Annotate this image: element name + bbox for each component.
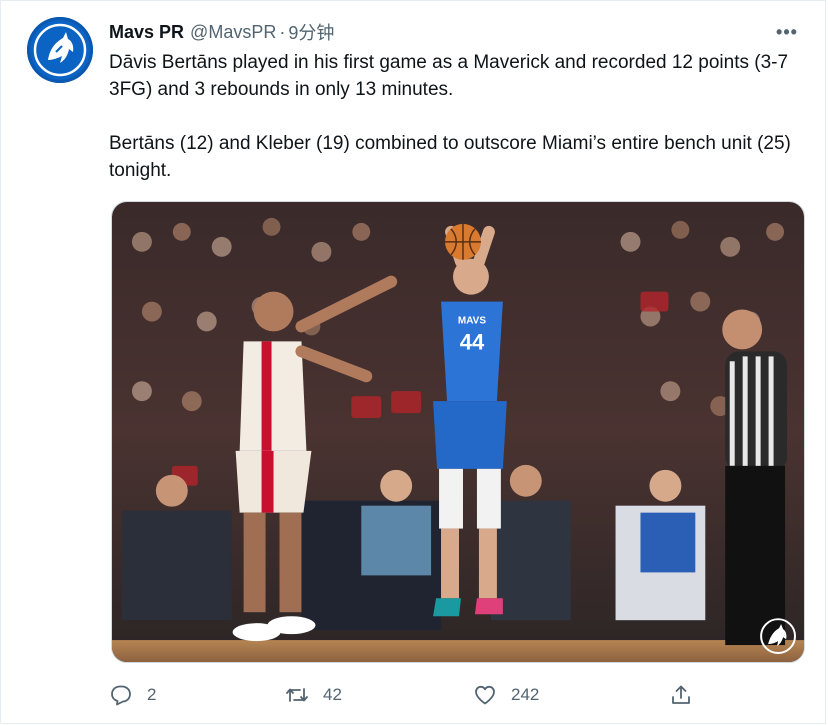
share-icon — [672, 685, 690, 704]
jersey-number: 44 — [460, 329, 485, 354]
retweet-count: 42 — [323, 685, 342, 704]
tweet-actions: 2 42 242 — [109, 681, 699, 709]
tweet-header: Mavs PR @MavsPR · 9分钟 — [109, 20, 795, 44]
retweet-button[interactable]: 42 — [285, 681, 342, 709]
jersey-team: MAVS — [458, 315, 486, 326]
author-name[interactable]: Mavs PR — [109, 22, 184, 43]
tweet-photo[interactable]: 44 MAVS — [111, 201, 805, 663]
mavericks-logo-icon — [33, 23, 87, 77]
reply-button[interactable]: 2 — [109, 681, 156, 709]
retweet-icon — [286, 688, 308, 702]
timestamp[interactable]: 9分钟 — [288, 19, 334, 45]
like-button[interactable]: 242 — [473, 681, 539, 709]
author-handle[interactable]: @MavsPR — [190, 22, 276, 43]
more-icon: ••• — [776, 21, 798, 42]
tweet-paragraph: Dāvis Bertāns played in his first game a… — [109, 52, 789, 100]
basketball-photo: 44 MAVS — [112, 202, 804, 662]
tweet-text: Dāvis Bertāns played in his first game a… — [109, 49, 809, 184]
separator-dot: · — [279, 21, 286, 42]
reply-count: 2 — [147, 685, 157, 704]
heart-icon — [475, 685, 495, 705]
tweet-paragraph: Bertāns (12) and Kleber (19) combined to… — [109, 133, 791, 181]
avatar[interactable] — [27, 17, 93, 83]
more-options-button[interactable]: ••• — [775, 22, 799, 42]
tweet-card[interactable]: Mavs PR @MavsPR · 9分钟 ••• Dāvis Bertāns … — [0, 0, 826, 724]
like-count: 242 — [511, 685, 540, 704]
share-button[interactable] — [669, 681, 693, 709]
reply-icon — [111, 685, 131, 706]
